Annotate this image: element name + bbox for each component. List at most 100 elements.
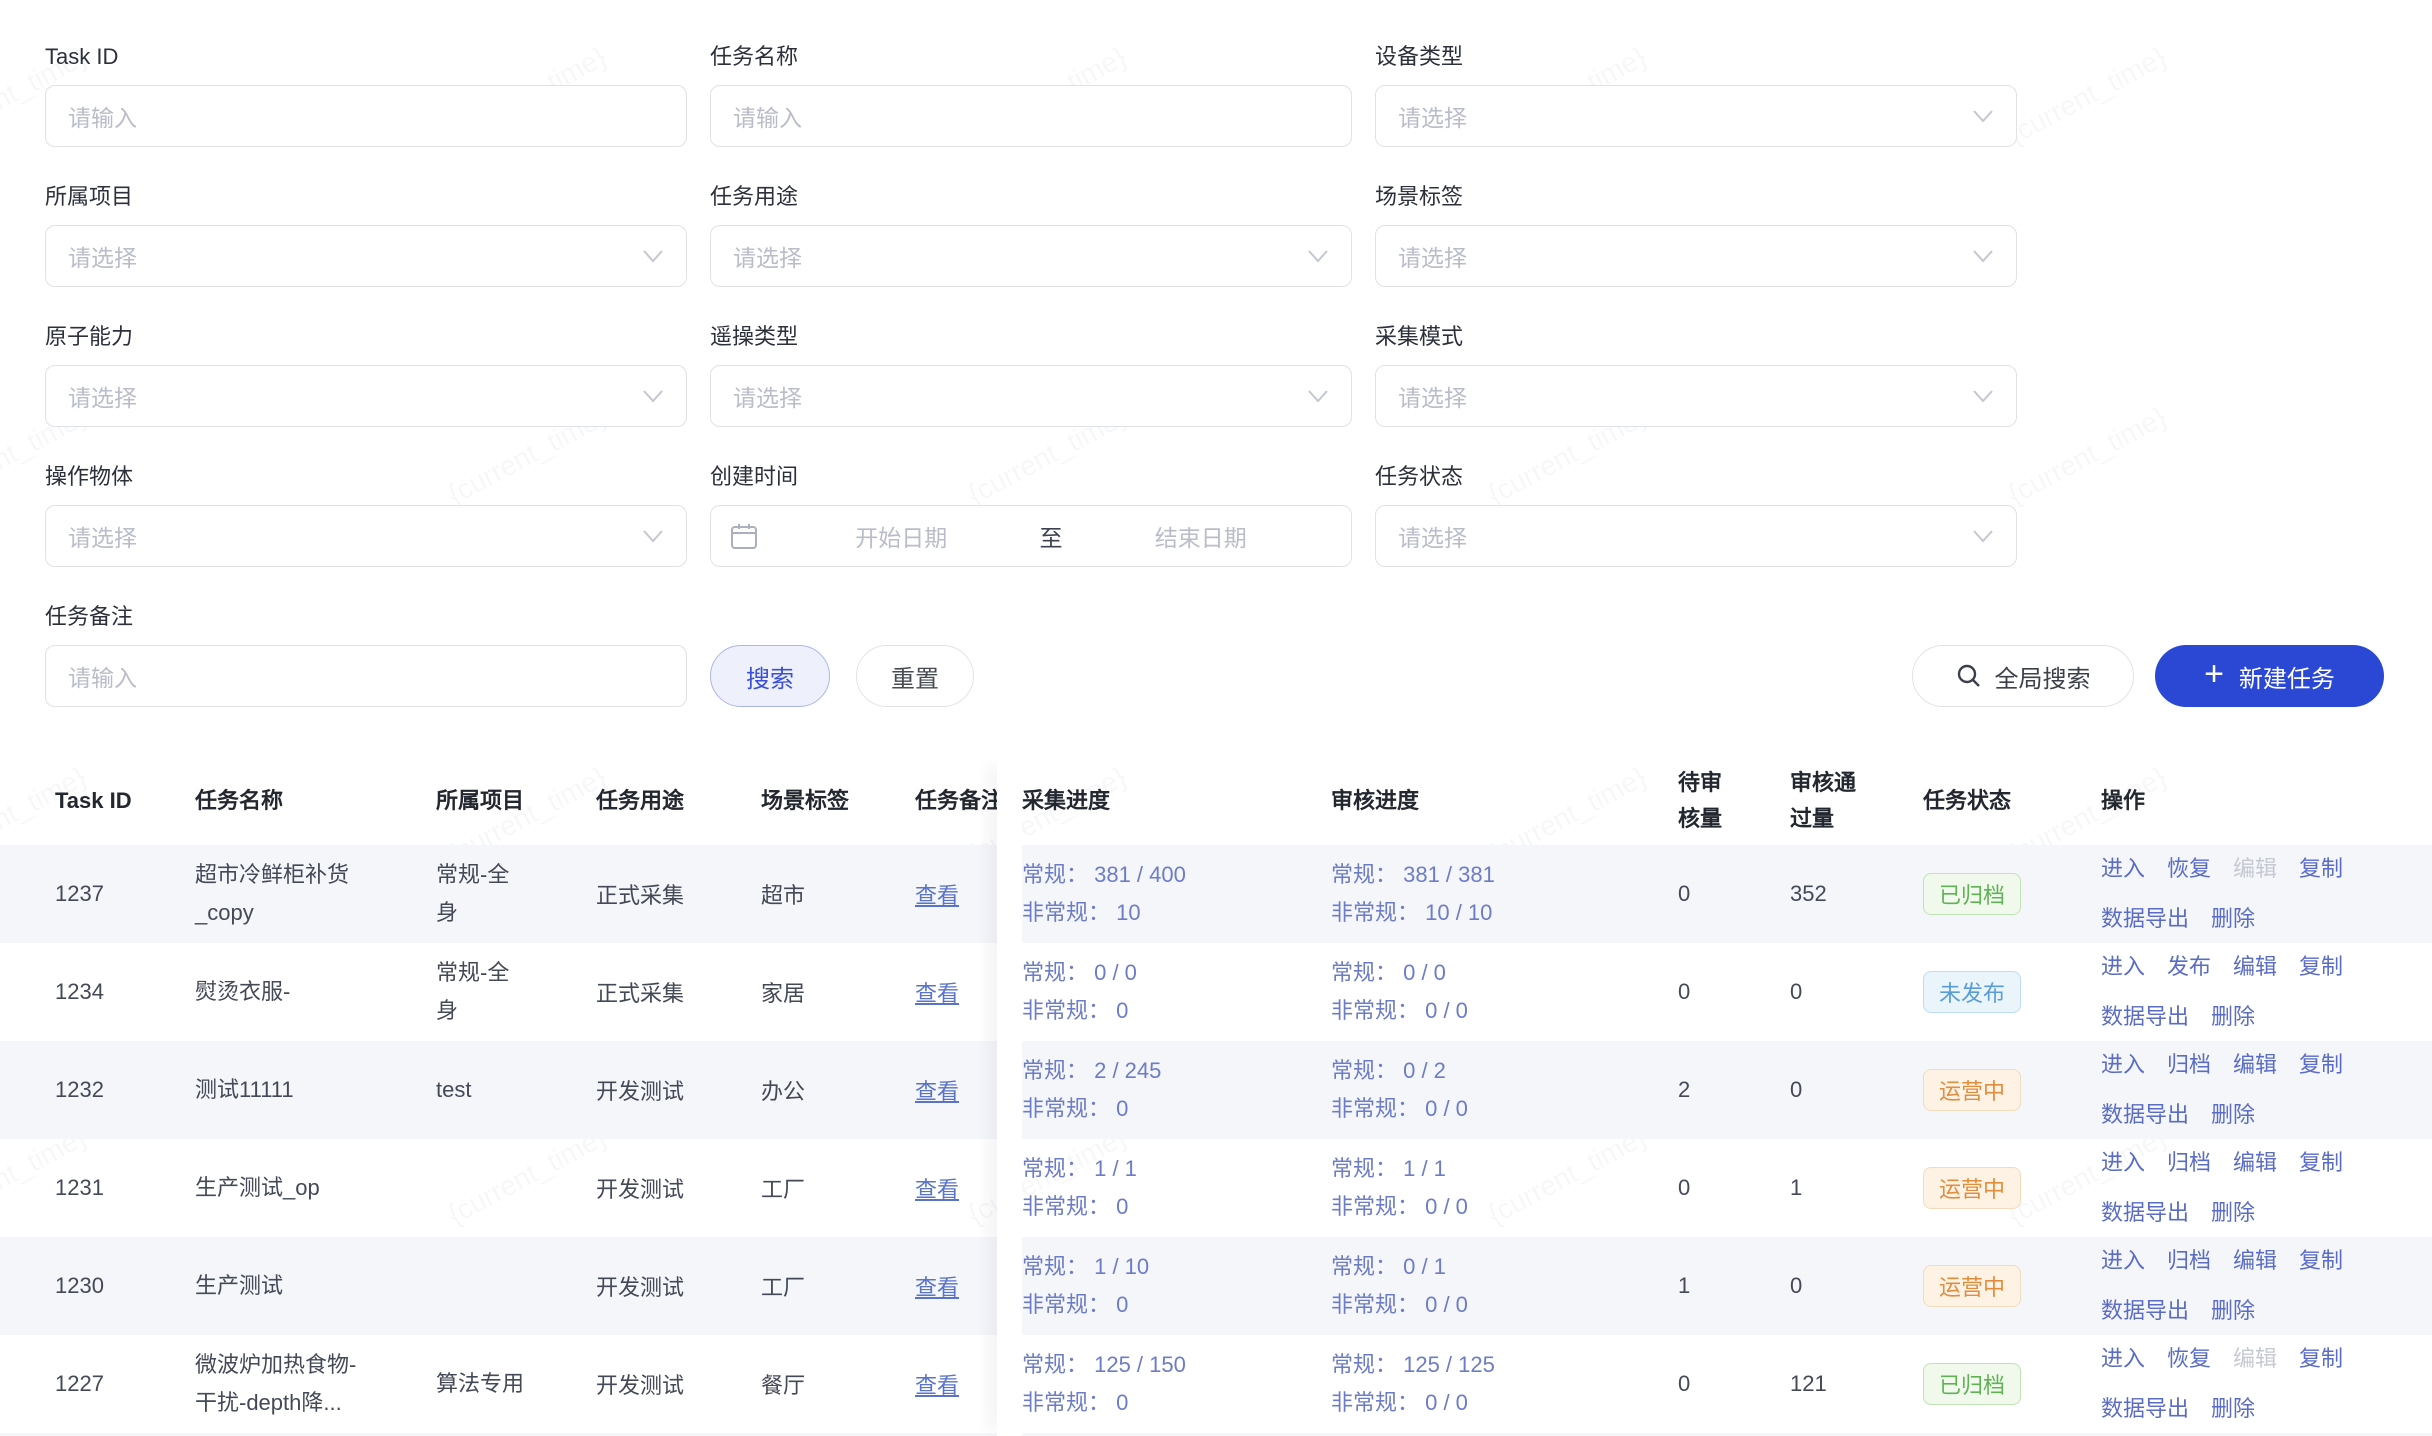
status-badge: 运营中 (1923, 1167, 2021, 1209)
note-view-link[interactable]: 查看 (915, 1177, 959, 1202)
cell-scene: 工厂 (761, 1270, 915, 1302)
op-link[interactable]: 复制 (2299, 1341, 2343, 1377)
table-row: 1230生产测试开发测试工厂查看常规： 1 / 10非常规： 0常规： 0 / … (0, 1237, 2432, 1335)
op-link[interactable]: 复制 (2299, 949, 2343, 985)
op-link: 编辑 (2233, 851, 2277, 887)
scene-tag-select[interactable]: 请选择 (1375, 225, 2017, 287)
reset-button[interactable]: 重置 (856, 645, 974, 707)
cell-project: 常规-全身 (436, 856, 596, 932)
chevron-down-icon (642, 528, 664, 544)
operate-object-select[interactable]: 请选择 (45, 505, 687, 567)
op-link[interactable]: 归档 (2167, 1145, 2211, 1181)
cell-task-id: 1227 (55, 1371, 195, 1397)
op-link[interactable]: 编辑 (2233, 1145, 2277, 1181)
filter-label: Task ID (45, 42, 687, 72)
op-link[interactable]: 归档 (2167, 1047, 2211, 1083)
cell-task-id: 1231 (55, 1175, 195, 1201)
cell-actions: 进入归档编辑复制数据导出删除 (2101, 1047, 2432, 1133)
device-type-select[interactable]: 请选择 (1375, 85, 2017, 147)
op-link[interactable]: 删除 (2211, 999, 2255, 1035)
op-link[interactable]: 进入 (2101, 1047, 2145, 1083)
status-badge: 已归档 (1923, 1363, 2021, 1405)
op-link[interactable]: 恢复 (2167, 1341, 2211, 1377)
op-link[interactable]: 删除 (2211, 901, 2255, 937)
op-link[interactable]: 进入 (2101, 1145, 2145, 1181)
status-badge: 运营中 (1923, 1069, 2021, 1111)
op-link[interactable]: 数据导出 (2101, 1195, 2189, 1231)
op-link[interactable]: 删除 (2211, 1097, 2255, 1133)
progress-line: 常规： 0 / 1 (1331, 1248, 1617, 1286)
filter-label: 任务状态 (1375, 462, 2017, 492)
search-button[interactable]: 搜索 (710, 645, 830, 707)
progress-line: 非常规： 0 / 0 (1331, 992, 1617, 1030)
op-link[interactable]: 复制 (2299, 1047, 2343, 1083)
task-status-select[interactable]: 请选择 (1375, 505, 2017, 567)
progress-line: 非常规： 0 / 0 (1331, 1188, 1617, 1226)
filter-label: 任务备注 (45, 602, 687, 632)
cell-pending-count: 0 (1633, 1371, 1750, 1397)
op-link[interactable]: 复制 (2299, 1243, 2343, 1279)
note-view-link[interactable]: 查看 (915, 883, 959, 908)
op-link[interactable]: 数据导出 (2101, 901, 2189, 937)
table-row: 1237超市冷鲜柜补货_copy常规-全身正式采集超市查看常规： 381 / 4… (0, 845, 2432, 943)
op-link[interactable]: 删除 (2211, 1293, 2255, 1329)
op-link[interactable]: 进入 (2101, 1341, 2145, 1377)
op-link[interactable]: 归档 (2167, 1243, 2211, 1279)
note-view-link[interactable]: 查看 (915, 1275, 959, 1300)
task-table: Task ID 任务名称 所属项目 任务用途 场景标签 任务备注 采集进度 审核… (0, 756, 2432, 1436)
cell-purpose: 开发测试 (596, 1074, 761, 1106)
table-row: 1227微波炉加热食物-干扰-depth降...算法专用开发测试餐厅查看常规： … (0, 1335, 2432, 1433)
op-link[interactable]: 数据导出 (2101, 1391, 2189, 1427)
task-name-input[interactable]: 请输入 (710, 85, 1352, 147)
op-link[interactable]: 数据导出 (2101, 1097, 2189, 1133)
filter-field-collect-mode: 采集模式 请选择 (1375, 322, 2017, 427)
cell-scene: 餐厅 (761, 1368, 915, 1400)
cell-status: 已归档 (1915, 1363, 2101, 1405)
op-link[interactable]: 编辑 (2233, 949, 2277, 985)
cell-purpose: 正式采集 (596, 976, 761, 1008)
new-task-button[interactable]: + 新建任务 (2155, 645, 2384, 707)
op-link[interactable]: 恢复 (2167, 851, 2211, 887)
chevron-down-icon (1972, 388, 1994, 404)
op-link[interactable]: 编辑 (2233, 1047, 2277, 1083)
teleop-type-select[interactable]: 请选择 (710, 365, 1352, 427)
atomic-capability-select[interactable]: 请选择 (45, 365, 687, 427)
task-note-input[interactable]: 请输入 (45, 645, 687, 707)
op-link[interactable]: 进入 (2101, 1243, 2145, 1279)
progress-line: 非常规： 0 / 0 (1331, 1384, 1617, 1422)
col-header-project: 所属项目 (436, 783, 596, 819)
collect-mode-select[interactable]: 请选择 (1375, 365, 2017, 427)
cell-task-name: 测试11111 (195, 1071, 436, 1109)
op-link[interactable]: 复制 (2299, 851, 2343, 887)
task-purpose-select[interactable]: 请选择 (710, 225, 1352, 287)
op-link[interactable]: 删除 (2211, 1391, 2255, 1427)
cell-collect-progress: 常规： 1 / 10非常规： 0 (1022, 1248, 1331, 1324)
col-header-task-id: Task ID (55, 783, 195, 819)
table-row: 1232测试11111test开发测试办公查看常规： 2 / 245非常规： 0… (0, 1041, 2432, 1139)
note-view-link[interactable]: 查看 (915, 1079, 959, 1104)
op-link[interactable]: 复制 (2299, 1145, 2343, 1181)
task-id-input[interactable]: 请输入 (45, 85, 687, 147)
create-time-range-picker[interactable]: 开始日期 至 结束日期 (710, 505, 1352, 567)
cell-note: 查看 (915, 1074, 997, 1106)
op-link[interactable]: 编辑 (2233, 1243, 2277, 1279)
note-view-link[interactable]: 查看 (915, 981, 959, 1006)
status-badge: 已归档 (1923, 873, 2021, 915)
cell-approved-count: 0 (1750, 1077, 1915, 1103)
global-search-button[interactable]: 全局搜索 (1912, 645, 2134, 707)
filter-field-atomic-capability: 原子能力 请选择 (45, 322, 687, 427)
op-link[interactable]: 数据导出 (2101, 999, 2189, 1035)
op-link[interactable]: 进入 (2101, 949, 2145, 985)
cell-project: test (436, 1071, 596, 1109)
progress-line: 常规： 2 / 245 (1022, 1052, 1315, 1090)
cell-status: 运营中 (1915, 1265, 2101, 1307)
note-view-link[interactable]: 查看 (915, 1373, 959, 1398)
table-header-row: Task ID 任务名称 所属项目 任务用途 场景标签 任务备注 采集进度 审核… (0, 756, 2432, 845)
op-link[interactable]: 数据导出 (2101, 1293, 2189, 1329)
project-select[interactable]: 请选择 (45, 225, 687, 287)
op-link[interactable]: 进入 (2101, 851, 2145, 887)
op-link[interactable]: 发布 (2167, 949, 2211, 985)
filter-field-task-purpose: 任务用途 请选择 (710, 182, 1352, 287)
cell-actions: 进入归档编辑复制数据导出删除 (2101, 1243, 2432, 1329)
op-link[interactable]: 删除 (2211, 1195, 2255, 1231)
